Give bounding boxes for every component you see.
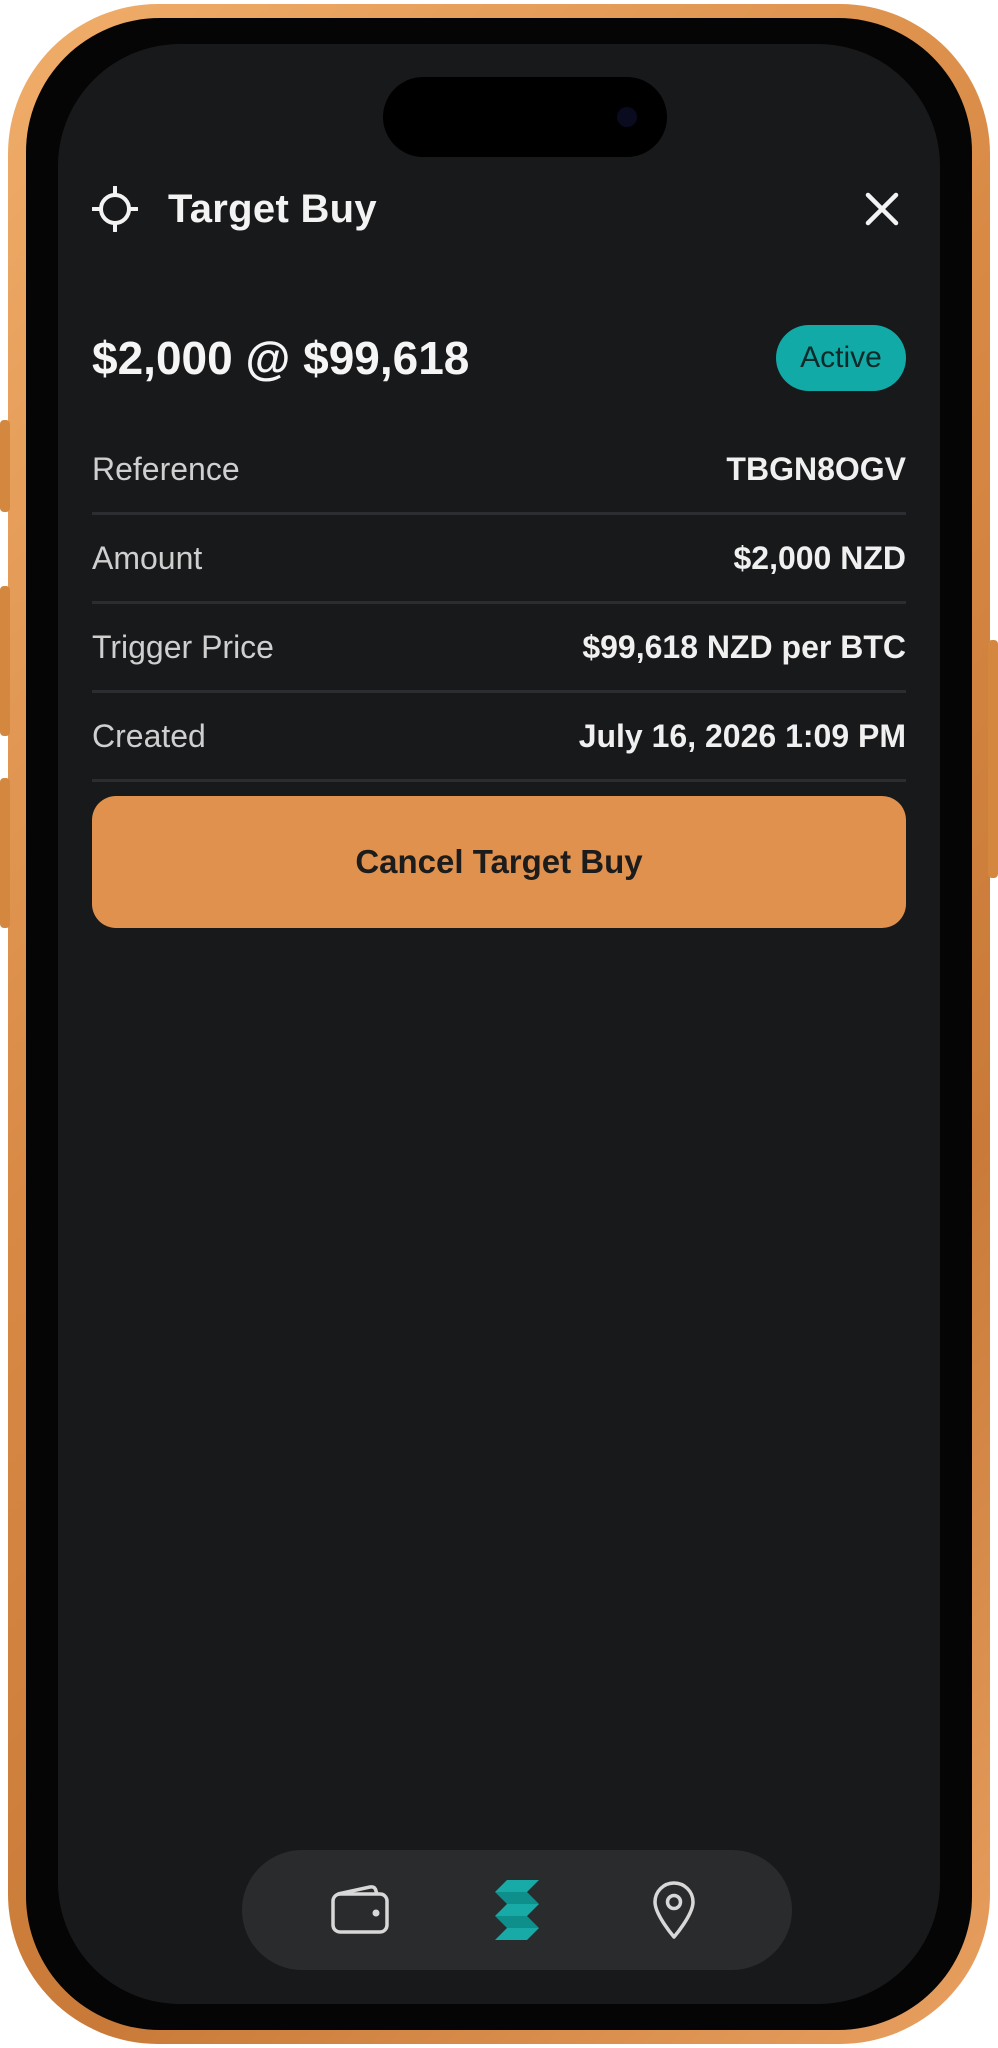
detail-row-reference: Reference TBGN8OGV (92, 426, 906, 515)
detail-value: $2,000 NZD (733, 539, 906, 576)
detail-label: Trigger Price (92, 628, 274, 665)
crosshair-icon (92, 186, 138, 232)
front-camera (617, 107, 637, 127)
page-title: Target Buy (168, 186, 377, 231)
dynamic-island (383, 77, 667, 157)
phone-frame: Target Buy $2,000 @ $99,618 Active Refer… (8, 4, 990, 2044)
detail-row-created: Created July 16, 2026 1:09 PM (92, 693, 906, 782)
order-summary: $2,000 @ $99,618 Active (92, 322, 906, 394)
nav-location[interactable] (639, 1875, 709, 1945)
action-button (0, 420, 10, 512)
status-badge: Active (776, 325, 906, 391)
modal-header: Target Buy (92, 174, 906, 244)
detail-row-trigger-price: Trigger Price $99,618 NZD per BTC (92, 604, 906, 693)
volume-up-button (0, 586, 10, 736)
cancel-target-buy-button[interactable]: Cancel Target Buy (92, 796, 906, 928)
location-pin-icon (652, 1881, 695, 1939)
detail-label: Reference (92, 450, 240, 487)
close-icon (865, 192, 899, 226)
detail-value: TBGN8OGV (726, 450, 906, 487)
phone-bezel: Target Buy $2,000 @ $99,618 Active Refer… (26, 18, 972, 2030)
nav-wallet[interactable] (325, 1875, 395, 1945)
detail-value: July 16, 2026 1:09 PM (578, 717, 906, 754)
brand-logo-icon (494, 1880, 539, 1940)
power-button (988, 640, 998, 878)
detail-label: Created (92, 717, 206, 754)
order-details: Reference TBGN8OGV Amount $2,000 NZD Tri… (92, 426, 906, 782)
volume-down-button (0, 778, 10, 928)
detail-row-amount: Amount $2,000 NZD (92, 515, 906, 604)
order-summary-text: $2,000 @ $99,618 (92, 332, 470, 384)
wallet-icon (331, 1885, 390, 1934)
nav-home[interactable] (482, 1875, 552, 1945)
bottom-nav (242, 1850, 792, 1970)
detail-value: $99,618 NZD per BTC (582, 628, 906, 665)
detail-label: Amount (92, 539, 203, 576)
app-screen: Target Buy $2,000 @ $99,618 Active Refer… (58, 44, 940, 2004)
close-button[interactable] (858, 185, 906, 233)
